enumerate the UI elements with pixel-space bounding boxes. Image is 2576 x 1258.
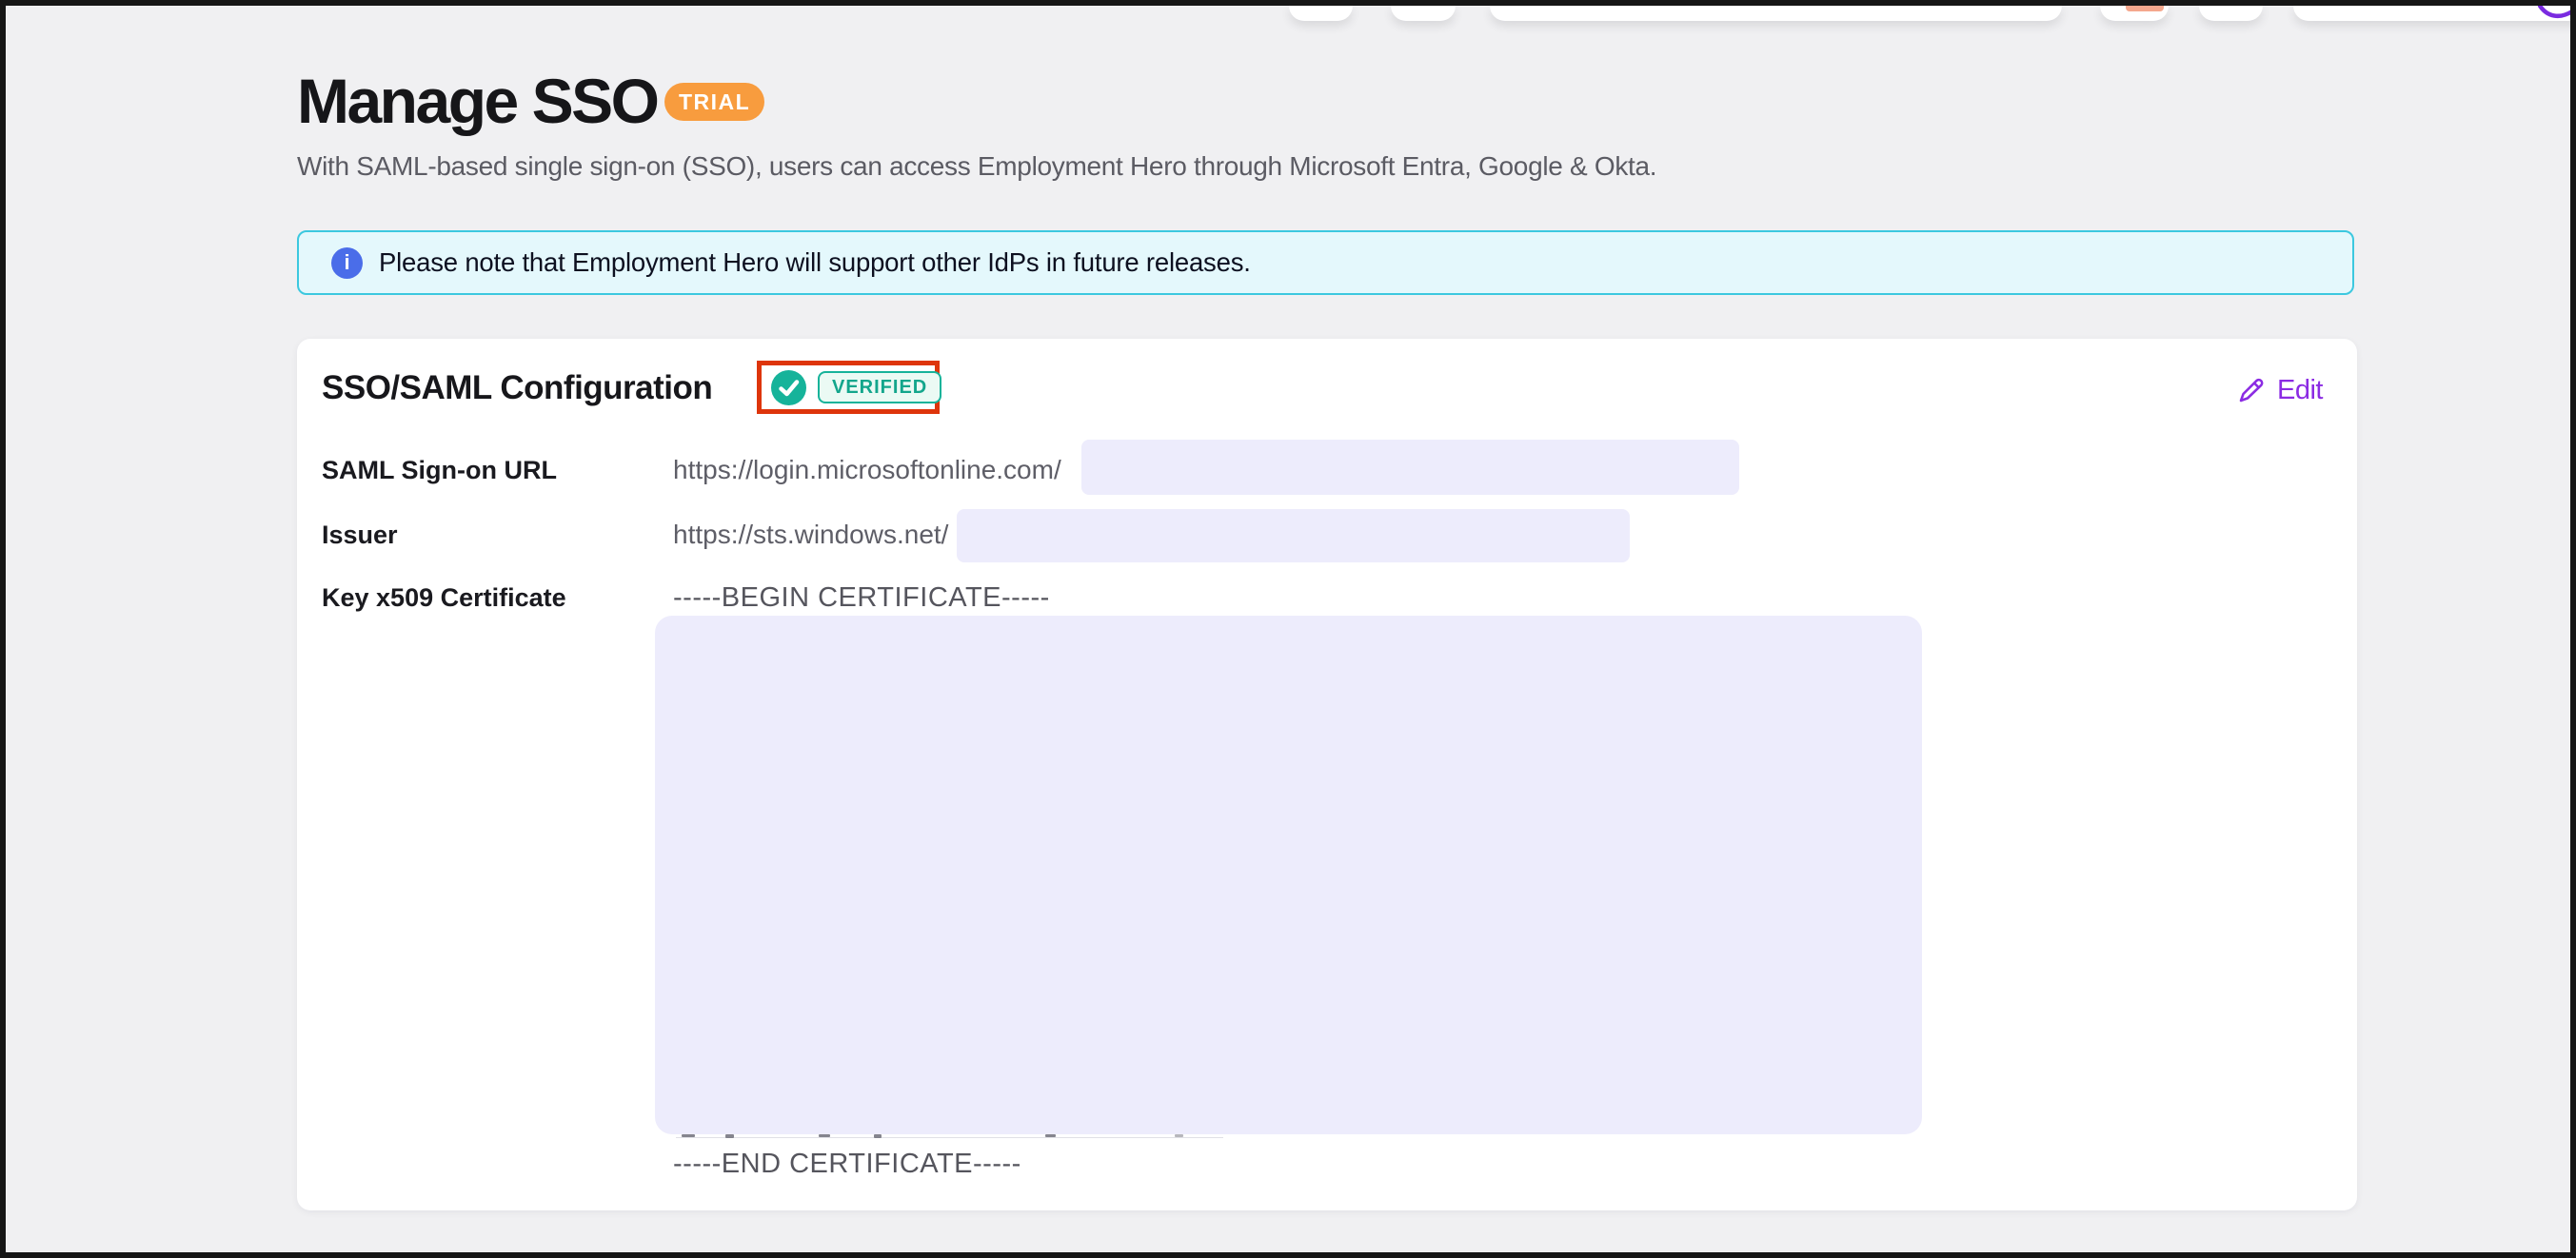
redacted-value-mask xyxy=(957,509,1630,562)
page-title: Manage SSO xyxy=(297,69,657,132)
page-subtitle: With SAML-based single sign-on (SSO), us… xyxy=(297,150,1656,183)
toolbar-button-remnant[interactable] xyxy=(1289,6,1353,21)
search-bar-remnant[interactable] xyxy=(1490,6,2062,21)
info-icon: i xyxy=(331,247,363,279)
certificate-end-line: -----END CERTIFICATE----- xyxy=(673,1148,1021,1180)
verified-check-icon xyxy=(771,370,806,405)
edit-button-label: Edit xyxy=(2277,375,2323,406)
field-label-saml-signon-url: SAML Sign-on URL xyxy=(322,455,557,485)
field-label-key-x509-certificate: Key x509 Certificate xyxy=(322,582,566,613)
manage-sso-page: Manage SSO TRIAL With SAML-based single … xyxy=(0,0,2576,1258)
sso-saml-configuration-card: SSO/SAML Configuration VERIFIED Edit SAM… xyxy=(297,339,2357,1210)
certificate-begin-line: -----BEGIN CERTIFICATE----- xyxy=(673,581,1050,614)
field-value-issuer: https://sts.windows.net/ xyxy=(673,519,948,551)
toolbar-button-remnant[interactable] xyxy=(2100,6,2169,21)
card-title: SSO/SAML Configuration xyxy=(322,369,712,407)
annotation-highlight-box: VERIFIED xyxy=(757,361,940,414)
pencil-icon xyxy=(2237,376,2266,404)
field-label-issuer: Issuer xyxy=(322,520,398,550)
redacted-certificate-mask xyxy=(655,616,1922,1134)
redacted-value-mask xyxy=(1081,440,1739,495)
toolbar-button-remnant[interactable] xyxy=(2199,6,2263,21)
avatar-remnant xyxy=(2126,6,2164,11)
field-value-saml-signon-url: https://login.microsoftonline.com/ xyxy=(673,454,1061,486)
verified-status-badge: VERIFIED xyxy=(818,371,941,403)
info-banner-text: Please note that Employment Hero will su… xyxy=(379,247,1251,278)
toolbar-panel-remnant[interactable] xyxy=(2293,6,2576,21)
toolbar-button-remnant[interactable] xyxy=(1391,6,1456,21)
edit-button[interactable]: Edit xyxy=(2237,373,2323,407)
info-banner: i Please note that Employment Hero will … xyxy=(297,230,2354,295)
certificate-clipped-text xyxy=(676,1134,1228,1139)
trial-badge: TRIAL xyxy=(664,83,764,121)
logo-swoosh-icon xyxy=(2538,5,2574,21)
